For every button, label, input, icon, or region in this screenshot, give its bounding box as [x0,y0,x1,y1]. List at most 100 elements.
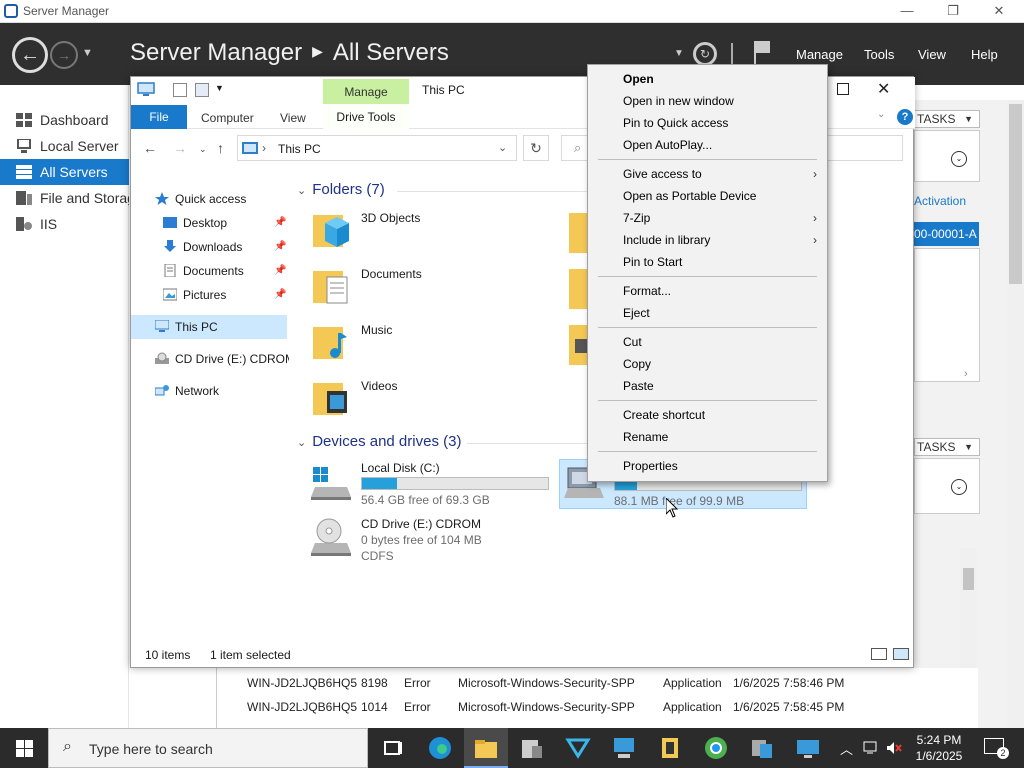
nav-this-pc[interactable]: This PC [131,315,287,339]
menu-item-pin-to-start[interactable]: Pin to Start [590,251,825,273]
file-explorer-icon[interactable] [472,734,500,762]
menu-item-open-in-new-window[interactable]: Open in new window [590,90,825,112]
folder-videos[interactable]: Videos [311,377,511,427]
folder-documents[interactable]: Documents [311,265,511,315]
folder-music[interactable]: Music [311,321,511,371]
notifications-flag-icon[interactable] [752,41,774,65]
menu-item-give-access-to[interactable]: Give access to › [590,163,825,185]
drive-c[interactable]: Local Disk (C:) 56.4 GB free of 69.3 GB [311,459,551,509]
collapse-caret-icon[interactable]: ⌄ [297,437,306,449]
customize-qat-icon[interactable]: ▼ [215,83,224,93]
events-tasks-dropdown[interactable]: TASKS [914,438,980,456]
main-scrollbar[interactable] [1007,100,1024,728]
visual-studio-icon[interactable] [564,734,592,762]
table-row[interactable]: WIN-JD2LJQB6HQ5 1014 Error Microsoft-Win… [217,696,979,718]
main-scroll-thumb[interactable] [1009,104,1022,284]
nav-network[interactable]: Network [131,379,289,403]
menu-manage[interactable]: Manage [796,47,843,62]
folders-group-header[interactable]: ⌄ Folders (7) [297,181,597,198]
taskbar-search-input[interactable]: ⌕ Type here to search [48,728,368,768]
restore-button[interactable]: ❐ [938,2,968,20]
menu-item-properties[interactable]: Properties [590,455,825,477]
chrome-icon[interactable] [702,734,730,762]
menu-item-open-as-portable-device[interactable]: Open as Portable Device [590,185,825,207]
menu-item-open[interactable]: Open [590,68,825,90]
refresh-icon[interactable]: ↻ [693,42,717,66]
tab-manage[interactable]: Manage [323,79,409,105]
notepad-icon[interactable] [656,734,684,762]
menu-item-open-autoplay[interactable]: Open AutoPlay... [590,134,825,156]
maximize-button[interactable] [837,83,849,95]
tray-overflow-icon[interactable]: ︿ [840,739,853,758]
nav-desktop[interactable]: Desktop 📌 [131,211,289,235]
tasks-dropdown[interactable]: TASKS [914,110,980,128]
sidebar-item-file-storage[interactable]: File and Storag [0,185,129,211]
action-center-icon[interactable] [984,738,1009,759]
tab-view[interactable]: View [280,111,306,125]
up-arrow-icon[interactable]: ↑ [217,140,224,156]
menu-item-eject[interactable]: Eject [590,302,825,324]
selected-server-row[interactable]: 00-00001-A [914,222,979,246]
edge-icon[interactable] [426,734,454,762]
activation-column-header[interactable]: Activation [914,194,966,208]
history-dropdown-icon[interactable]: ▼ [82,47,93,59]
expand-chevron-icon[interactable]: ⌄ [951,151,967,167]
new-folder-quick-icon[interactable] [195,83,209,97]
menu-view[interactable]: View [918,47,946,62]
devices-group-header[interactable]: ⌄ Devices and drives (3) [297,433,587,450]
setup-icon[interactable] [748,734,776,762]
nav-cd-drive[interactable]: CD Drive (E:) CDROM [131,347,289,371]
menu-item-rename[interactable]: Rename [590,426,825,448]
close-button[interactable]: ✕ [984,2,1014,20]
tab-drive-tools[interactable]: Drive Tools [323,103,409,129]
menu-item-create-shortcut[interactable]: Create shortcut [590,404,825,426]
menu-item-cut[interactable]: Cut [590,331,825,353]
remote-desktop-icon[interactable] [794,734,822,762]
refresh-address-icon[interactable]: ↻ [523,135,549,161]
events-expand-chevron-icon[interactable]: ⌄ [951,479,967,495]
sidebar-item-local-server[interactable]: Local Server [0,133,129,159]
address-bar[interactable]: › This PC ⌄ [237,135,517,161]
menu-item-paste[interactable]: Paste [590,375,825,397]
menu-item-7-zip[interactable]: 7-Zip › [590,207,825,229]
nav-quick-access[interactable]: Quick access [131,187,289,211]
start-button[interactable] [0,728,48,768]
explorer-close-button[interactable]: ✕ [877,79,890,99]
pin-icon[interactable]: 📌 [274,235,286,259]
ribbon-expand-icon[interactable]: ⌄ [877,109,885,120]
menu-item-copy[interactable]: Copy [590,353,825,375]
sidebar-item-all-servers[interactable]: All Servers [0,159,129,185]
scroll-right-icon[interactable]: › [964,368,968,380]
refresh-dropdown-icon[interactable]: ▼ [674,48,684,59]
address-dropdown-icon[interactable]: ⌄ [498,141,507,154]
pin-icon[interactable]: 📌 [274,283,286,307]
menu-item-include-in-library[interactable]: Include in library › [590,229,825,251]
tab-file[interactable]: File [131,105,187,129]
events-scroll-thumb[interactable] [963,568,974,590]
nav-downloads[interactable]: Downloads 📌 [131,235,289,259]
large-icons-view-icon[interactable] [893,648,909,660]
menu-item-pin-to-quick-access[interactable]: Pin to Quick access [590,112,825,134]
menu-tools[interactable]: Tools [864,47,894,62]
menu-help[interactable]: Help [971,47,998,62]
sidebar-item-dashboard[interactable]: Dashboard [0,107,129,133]
sidebar-item-iis[interactable]: IIS [0,211,129,237]
forward-button[interactable]: → [50,41,78,69]
clock[interactable]: 5:24 PM 1/6/2025 [900,732,978,764]
help-icon[interactable]: ? [897,109,913,125]
table-row[interactable]: WIN-JD2LJQB6HQ5 8198 Error Microsoft-Win… [217,672,979,694]
network-app-icon[interactable] [610,734,638,762]
tab-computer[interactable]: Computer [201,111,254,125]
back-button[interactable]: ← [12,37,48,73]
collapse-caret-icon[interactable]: ⌄ [297,185,306,197]
details-view-icon[interactable] [871,648,887,660]
minimize-button[interactable]: — [892,2,922,20]
address-chevron-icon[interactable]: › [262,141,266,155]
back-arrow-icon[interactable]: ← [143,140,157,156]
pin-icon[interactable]: 📌 [274,211,286,235]
network-tray-icon[interactable] [863,741,879,755]
recent-locations-icon[interactable]: ⌄ [199,144,207,155]
nav-pictures[interactable]: Pictures 📌 [131,283,289,307]
menu-item-format[interactable]: Format... [590,280,825,302]
nav-documents[interactable]: Documents 📌 [131,259,289,283]
